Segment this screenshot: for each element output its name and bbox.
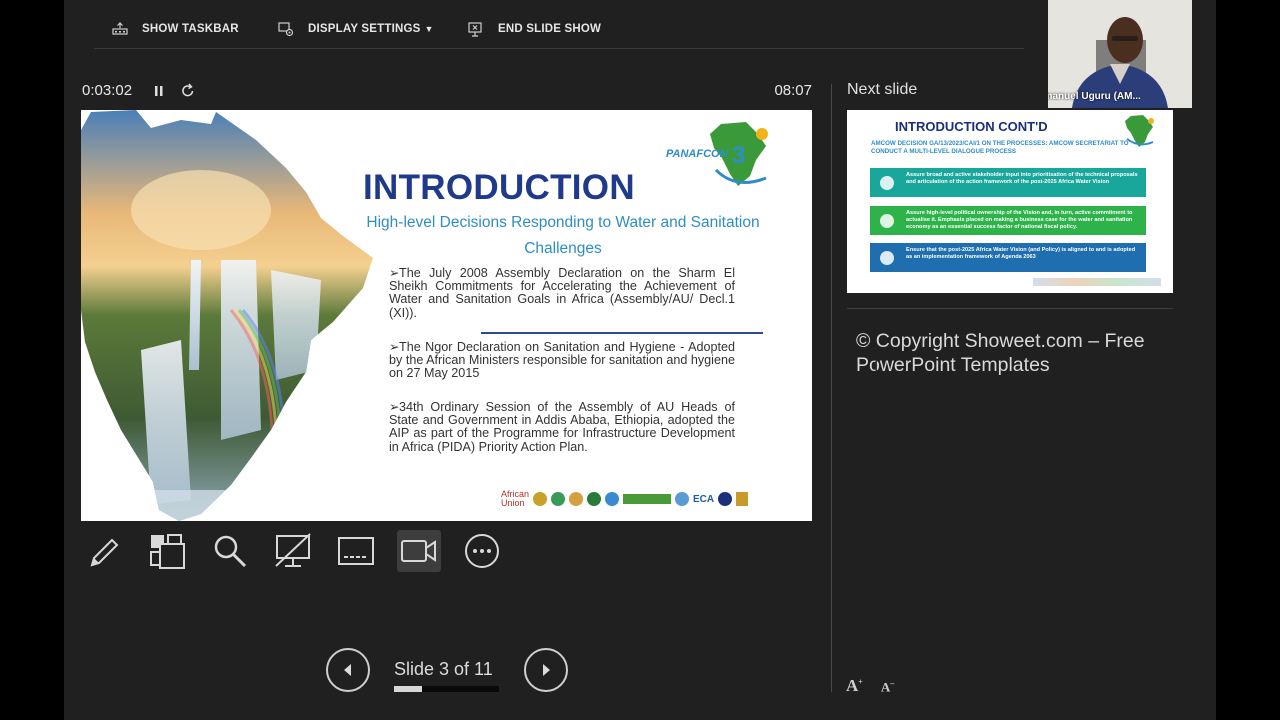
next-slide-box: Assure high-level political ownership of… (870, 206, 1146, 235)
panafcon-logo: PANAFCON 3 (666, 120, 776, 190)
slide-progress-fill (394, 686, 423, 692)
more-options-icon (465, 534, 499, 568)
camera-icon (401, 540, 436, 562)
eca-logo: ECA (693, 493, 715, 505)
subtitles-button[interactable] (334, 530, 378, 572)
un-logo (675, 492, 689, 506)
display-settings-label: DISPLAY SETTINGS (308, 23, 421, 35)
zoom-button[interactable] (208, 530, 252, 572)
zoom-icon (214, 535, 247, 568)
top-bar: SHOW TASKBAR DISPLAY SETTINGS ▼ END SLID… (64, 0, 1216, 60)
globe-icon (880, 176, 894, 190)
increase-font-button[interactable]: A+ (846, 676, 863, 696)
topbar-divider (94, 48, 1024, 49)
next-slide-preview[interactable]: INTRODUCTION CONT'D AMCOW DECISION GA/13… (847, 110, 1173, 293)
show-taskbar-label: SHOW TASKBAR (142, 23, 239, 35)
partner-logo-shield (736, 492, 749, 506)
previous-slide-button[interactable] (326, 648, 370, 692)
pause-timer-icon[interactable] (152, 83, 166, 99)
notes-font-controls: A+ A– (846, 676, 894, 696)
pen-icon (90, 538, 119, 567)
show-taskbar-button[interactable]: SHOW TASKBAR (110, 20, 239, 38)
black-screen-button[interactable] (271, 530, 315, 572)
app-root: SHOW TASKBAR DISPLAY SETTINGS ▼ END SLID… (0, 0, 1280, 720)
chevron-down-icon: ▼ (424, 24, 434, 34)
presenter-view: SHOW TASKBAR DISPLAY SETTINGS ▼ END SLID… (64, 0, 1216, 720)
partner-logo-circle (551, 492, 565, 506)
slide-title: INTRODUCTION (363, 168, 635, 207)
display-settings-button[interactable]: DISPLAY SETTINGS ▼ (276, 20, 434, 38)
bullet-text: The July 2008 Assembly Declaration on th… (389, 266, 735, 320)
next-slide-title: INTRODUCTION CONT'D (895, 119, 1048, 134)
next-slide-box-text: Assure broad and active stakeholder inpu… (906, 172, 1138, 185)
presenter-toolbar (82, 530, 523, 574)
bullet-text: The Ngor Declaration on Sanitation and H… (389, 340, 735, 381)
clock-time: 08:07 (774, 82, 812, 99)
chevron-left-icon (344, 664, 351, 676)
slide-navigation: Slide 3 of 11 (326, 648, 570, 694)
document-icon (880, 251, 894, 265)
end-slide-show-button[interactable]: END SLIDE SHOW (466, 20, 601, 38)
bullet-text: 34th Ordinary Session of the Assembly of… (389, 400, 735, 454)
next-slide-box: Ensure that the post-2025 Africa Water V… (870, 243, 1146, 272)
text-cursor-icon: I (874, 358, 879, 375)
chevron-right-icon (543, 664, 550, 676)
more-options-button[interactable] (460, 530, 504, 572)
notes-divider (847, 308, 1173, 309)
see-all-slides-button[interactable] (145, 530, 189, 572)
panafcon-logo-number: 3 (732, 142, 746, 169)
taskbar-icon (110, 20, 130, 38)
panel-divider (831, 84, 832, 692)
current-slide[interactable]: PANAFCON 3 INTRODUCTION High-level Decis… (81, 110, 812, 521)
elapsed-timer: 0:03:02 (82, 82, 133, 99)
decrease-font-button[interactable]: A– (881, 679, 894, 696)
partner-logo-circle (533, 492, 547, 506)
subtitles-icon (338, 537, 374, 565)
next-slide-heading: Next slide (847, 81, 918, 98)
next-slide-subtitle: AMCOW DECISION GA/13/2023/CAI/1 ON THE P… (871, 140, 1129, 155)
next-slide-box: Assure broad and active stakeholder inpu… (870, 168, 1146, 197)
partner-logo-circle (605, 492, 619, 506)
slide-counter[interactable]: Slide 3 of 11 (394, 659, 493, 680)
speaker-notes[interactable]: © Copyright Showeet.com – Free PowerPoin… (856, 329, 1176, 377)
black-screen-icon (275, 533, 311, 567)
african-union-logo: African Union (501, 489, 530, 508)
next-slide-box-text: Ensure that the post-2025 Africa Water V… (906, 247, 1136, 260)
slide-bullet: ➢The July 2008 Assembly Declaration on t… (389, 266, 735, 320)
slide-bullet: ➢The Ngor Declaration on Sanitation and … (389, 340, 735, 381)
next-slide-box-text: Assure high-level political ownership of… (906, 210, 1133, 230)
panafcon-logo-text: PANAFCON (666, 148, 728, 160)
end-show-icon (466, 20, 486, 38)
handshake-icon (880, 214, 894, 228)
partner-logo-bar (623, 494, 671, 504)
see-all-slides-icon (150, 534, 185, 569)
camera-toggle-button[interactable] (397, 530, 441, 572)
partner-logo-circle (569, 492, 583, 506)
timer-row: 0:03:02 08:07 (82, 82, 812, 102)
slide-divider (481, 332, 763, 334)
slide-bullet: ➢34th Ordinary Session of the Assembly o… (389, 400, 735, 454)
participant-name: Emmanuel Uguru (AM... (1048, 91, 1141, 102)
pen-tool-button[interactable] (82, 530, 126, 572)
webcam-feed: Emmanuel Uguru (AM... (1048, 0, 1192, 108)
restart-timer-icon[interactable] (180, 82, 196, 100)
next-slide-button[interactable] (524, 648, 568, 692)
partner-logo-circle (587, 492, 601, 506)
partner-logo-circle (718, 492, 733, 506)
next-slide-partner-logos (1033, 278, 1161, 286)
slide-subtitle: High-level Decisions Responding to Water… (366, 214, 760, 257)
partner-logos: African Union ECA (501, 488, 777, 510)
display-settings-icon (276, 20, 296, 38)
slide-progress-bar (394, 686, 499, 692)
africa-waterfall-image (81, 110, 373, 521)
end-slide-show-label: END SLIDE SHOW (498, 23, 602, 35)
